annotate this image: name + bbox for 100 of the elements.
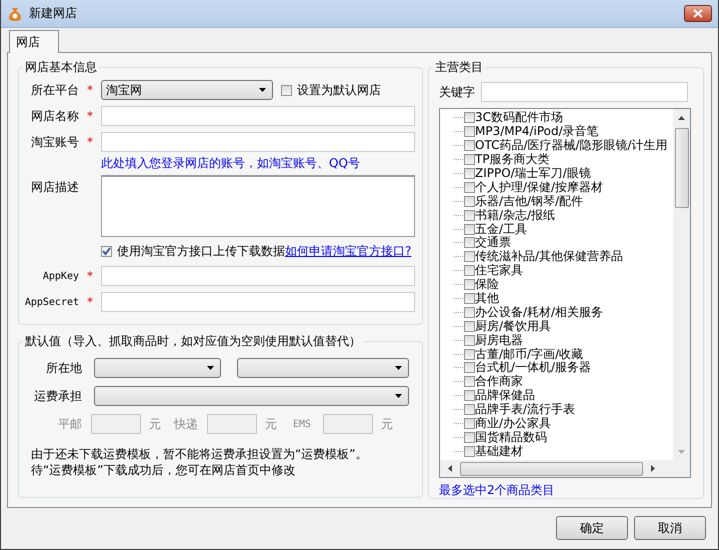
tree-checkbox[interactable] (464, 196, 475, 207)
vertical-scrollbar[interactable] (673, 109, 690, 460)
tree-item[interactable]: 品牌手表/流行手表 (475, 403, 576, 416)
caret-icon (395, 366, 402, 370)
help-link[interactable]: 如何申请淘宝官方接口? (285, 243, 412, 260)
account-field[interactable] (101, 132, 415, 152)
field-label: 运费承担 (33, 388, 82, 404)
up-arrow-icon (678, 116, 685, 120)
bag-icon (7, 6, 23, 22)
tree-checkbox[interactable] (464, 376, 475, 388)
app-key-field[interactable] (101, 266, 415, 286)
tree-item[interactable]: 3C数码配件市场 (475, 111, 564, 124)
dialog-button[interactable]: 取消 (634, 516, 706, 540)
tree-item[interactable]: 合作商家 (475, 375, 523, 388)
tree-item[interactable]: 交通票 (475, 236, 511, 250)
scroll-thumb[interactable] (674, 128, 688, 208)
tree-item[interactable]: 保险 (475, 278, 499, 292)
tree-checkbox[interactable] (464, 404, 475, 416)
tree-item[interactable]: 其他 (475, 292, 499, 306)
fee-label: 平邮 (57, 416, 83, 432)
field-label: 网店名称 (30, 108, 79, 124)
field-label: 所在平台 (30, 82, 79, 98)
tree-item[interactable]: 住宅家具 (475, 264, 523, 278)
tree-checkbox[interactable] (464, 390, 475, 402)
tree-checkbox[interactable] (464, 265, 475, 276)
tree-checkbox[interactable] (464, 140, 475, 152)
tree-checkbox[interactable] (464, 279, 475, 290)
tree-checkbox[interactable] (464, 446, 475, 457)
note-text: 由于还未下载运费模板，暂不能将运费承担设置为“运费模板”。 (31, 446, 368, 462)
tree-checkbox[interactable] (464, 293, 475, 304)
tree-checkbox[interactable] (464, 224, 475, 235)
tree-checkbox[interactable] (464, 348, 475, 360)
tree-item[interactable]: 古董/邮币/字画/收藏 (475, 348, 584, 361)
shop-name-field[interactable] (101, 106, 415, 126)
dialog-button[interactable]: 确定 (556, 516, 628, 540)
unit-label: 元 (148, 416, 162, 432)
group-title: 主营类目 (434, 59, 484, 76)
keyword-field[interactable] (481, 82, 688, 102)
caret-icon (207, 366, 214, 370)
tree-item[interactable]: 个人护理/保健/按摩器材 (475, 180, 604, 194)
tree-checkbox[interactable] (464, 362, 475, 374)
group-title: 网店基本信息 (24, 59, 98, 76)
tree-checkbox[interactable] (464, 320, 475, 332)
tree-checkbox[interactable] (464, 334, 475, 346)
horizontal-scrollbar[interactable] (440, 460, 690, 477)
tree-checkbox[interactable] (464, 432, 475, 443)
group-title: 默认值（导入、抓取商品时，如对应值为空则使用默认值替代） (24, 333, 362, 350)
api-checkbox[interactable] (101, 246, 112, 257)
required-mark: * (86, 135, 94, 149)
province-dropdown[interactable] (94, 358, 221, 378)
tree-item[interactable]: 台式机/一体机/服务器 (475, 361, 592, 374)
tree-item[interactable]: 办公设备/耗材/相关服务 (475, 306, 604, 319)
tree-item[interactable]: 厨房/餐饮用具 (475, 320, 552, 333)
tree-item[interactable]: 厨房电器 (475, 334, 523, 347)
tree-item[interactable]: 国货精品数码 (475, 430, 547, 444)
window-title: 新建网店 (29, 5, 77, 22)
down-arrow-icon (678, 450, 685, 454)
right-arrow-icon (651, 465, 655, 472)
tab[interactable]: 网店 (9, 30, 59, 53)
note-text: 待“运费模板”下载成功后，您可在网店首页中修改 (31, 462, 296, 478)
app-secret-field[interactable] (101, 292, 415, 312)
field-label: 所在地 (45, 360, 82, 376)
tree-item[interactable]: 书籍/杂志/报纸 (475, 208, 556, 222)
tree-checkbox[interactable] (464, 306, 475, 318)
tree-checkbox[interactable] (464, 251, 475, 262)
hint-text: 此处填入您登录网店的账号，如淘宝账号、QQ号 (101, 155, 361, 172)
tree-checkbox[interactable] (464, 168, 475, 179)
required-mark: * (86, 269, 94, 283)
tree-item[interactable]: TP服务商大类 (475, 153, 550, 166)
tree-checkbox[interactable] (464, 182, 475, 193)
tree-item[interactable]: 基础建材 (475, 444, 523, 458)
tree-checkbox[interactable] (464, 237, 475, 248)
city-dropdown[interactable] (237, 358, 409, 378)
tree-item[interactable]: 五金/工具 (475, 222, 528, 236)
tree-item[interactable]: 乐器/吉他/钢琴/配件 (475, 194, 584, 208)
tree-checkbox[interactable] (464, 418, 475, 430)
tree-checkbox[interactable] (464, 154, 475, 166)
shipping-dropdown[interactable] (94, 386, 409, 406)
field-label: 关键字 (439, 84, 475, 100)
tree-item[interactable]: 品牌保健品 (475, 389, 535, 402)
platform-dropdown[interactable]: 淘宝网 (101, 80, 273, 100)
tree-checkbox[interactable] (464, 210, 475, 221)
field-label: 网店描述 (30, 179, 79, 196)
tree-item[interactable]: ZIPPO/瑞士军刀/眼镜 (475, 167, 591, 180)
tree-item[interactable]: OTC药品/医疗器械/隐形眼镜/计生用 (475, 139, 668, 152)
unit-label: 元 (264, 416, 278, 432)
limit-note: 最多选中2个商品类目 (439, 482, 556, 499)
tree-item[interactable]: 传统滋补品/其他保健营养品 (475, 250, 624, 264)
tree-checkbox[interactable] (464, 126, 475, 138)
required-mark: * (86, 109, 94, 123)
caret-icon (395, 394, 402, 398)
tree-item[interactable]: 商业/办公家具 (475, 417, 552, 430)
tree-item[interactable]: MP3/MP4/iPod/录音笔 (475, 125, 599, 138)
description-field[interactable] (101, 175, 415, 237)
tree-checkbox[interactable] (464, 112, 475, 124)
unit-label: 元 (380, 416, 394, 432)
fee-label: EMS (292, 418, 312, 430)
close-button[interactable] (684, 5, 712, 22)
default-shop-checkbox[interactable]: 设置为默认网店 (281, 82, 381, 98)
scroll-thumb[interactable] (460, 462, 643, 476)
